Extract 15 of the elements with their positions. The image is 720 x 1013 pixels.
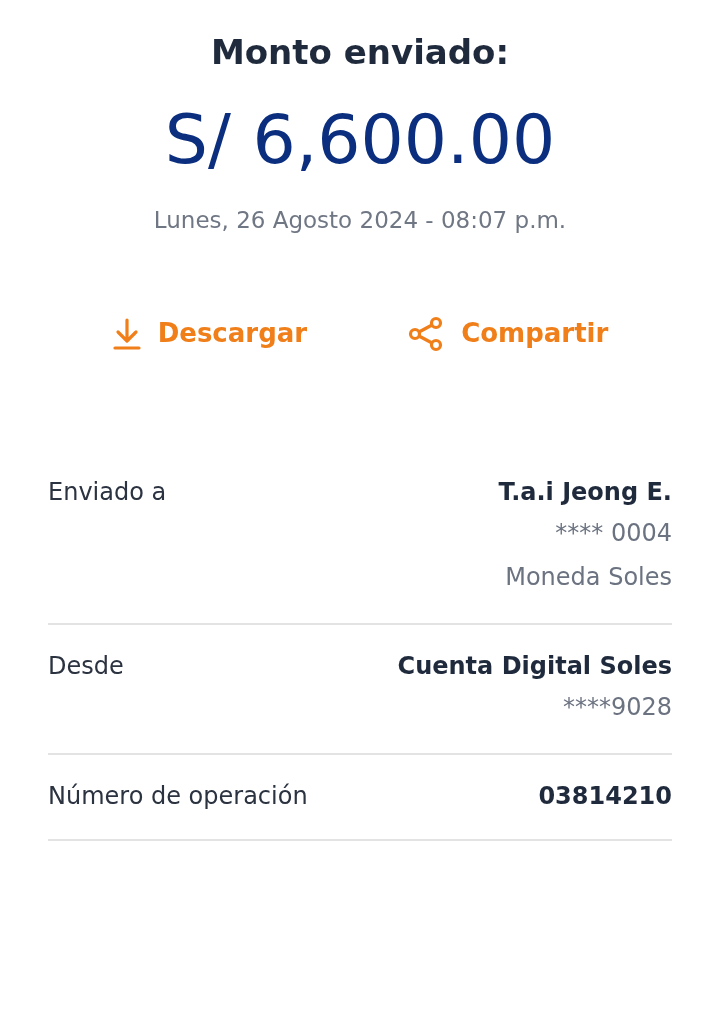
detail-value: Cuenta Digital Soles	[397, 651, 672, 682]
download-button[interactable]: Descargar	[111, 314, 308, 353]
detail-value: ****9028	[561, 692, 672, 723]
date-time: Lunes, 26 Agosto 2024 - 08:07 p.m.	[152, 206, 568, 235]
detail-label: Desde	[48, 651, 124, 682]
download-icon	[111, 316, 142, 351]
detail-value: T.a.i Jeong E.	[498, 477, 672, 508]
detail-value: **** 0004	[554, 518, 672, 549]
detail-value: Moneda Soles	[504, 562, 672, 593]
amount: S/ 6,600.00	[163, 99, 557, 181]
share-button[interactable]: Compartir	[407, 314, 609, 353]
detail-label: Enviado a	[48, 477, 167, 508]
detail-label: Número de operación	[48, 781, 308, 812]
title: Monto enviado:	[209, 31, 511, 74]
detail-value: 03814210	[538, 781, 672, 812]
